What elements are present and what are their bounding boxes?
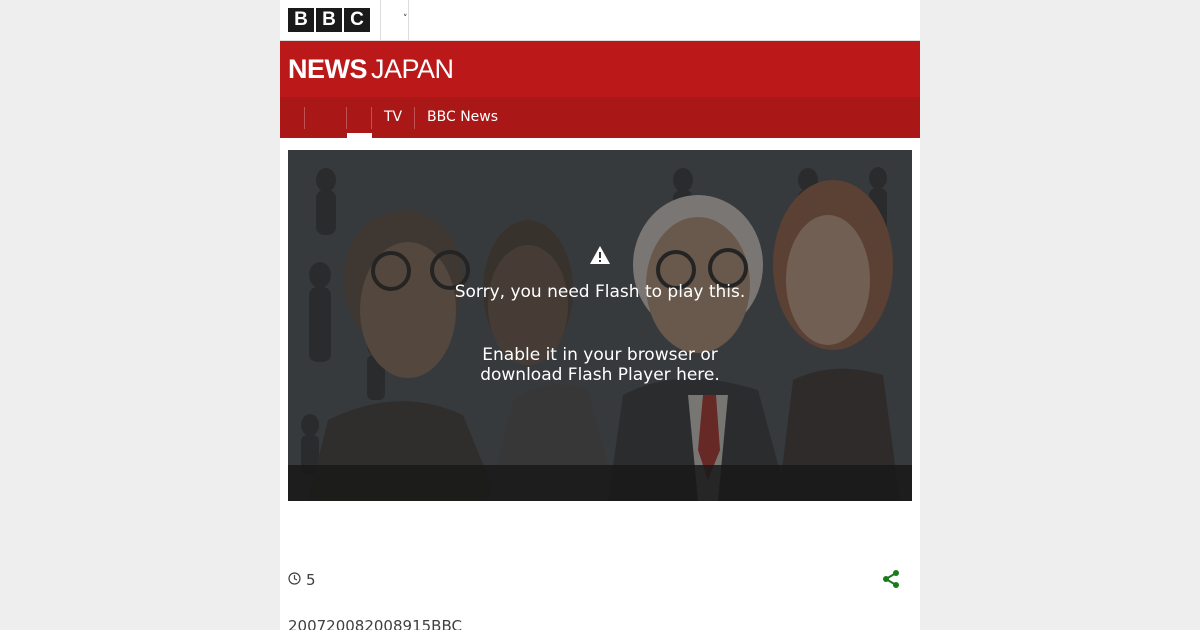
nav-item-tv[interactable]: TV: [384, 97, 402, 138]
news-japan-logo[interactable]: NEWS JAPAN: [288, 54, 454, 85]
clock-icon: [288, 572, 301, 585]
top-bar-divider: [380, 0, 381, 40]
bbc-logo-letter: B: [316, 8, 342, 32]
nav-separator: [304, 107, 305, 129]
flash-enable-message[interactable]: Enable it in your browser or download Fl…: [450, 345, 750, 385]
nav-separator: [414, 107, 415, 129]
nav-item-home[interactable]: [308, 97, 346, 138]
article-byline: 200720082008915BBC: [288, 617, 462, 630]
share-icon[interactable]: [881, 569, 901, 589]
player-controls-bar[interactable]: [288, 465, 912, 501]
bbc-top-bar: B B C ˅: [280, 0, 920, 41]
nav-active-indicator: [347, 133, 372, 138]
timestamp-value: 5: [306, 571, 316, 589]
top-bar-divider: [408, 0, 409, 40]
bbc-logo-letter: B: [288, 8, 314, 32]
flash-required-message: Sorry, you need Flash to play this.: [454, 282, 746, 302]
nav-separator: [371, 107, 372, 129]
news-word: NEWS: [288, 54, 368, 84]
edition-word: JAPAN: [371, 54, 454, 84]
news-header: NEWS JAPAN: [280, 41, 920, 97]
video-overlay: [288, 150, 912, 501]
page: B B C ˅ NEWS JAPAN TV BBC News Sorry, yo…: [280, 0, 920, 630]
bbc-logo-letter: C: [344, 8, 370, 32]
nav-item-current[interactable]: [348, 97, 372, 138]
warning-icon: [590, 246, 610, 264]
nav-separator: [346, 107, 347, 129]
video-player[interactable]: Sorry, you need Flash to play this. Enab…: [288, 150, 912, 501]
chevron-down-icon[interactable]: ˅: [403, 14, 408, 24]
main-navigation: TV BBC News: [280, 97, 920, 138]
nav-item-bbc-news[interactable]: BBC News: [427, 97, 498, 138]
bbc-logo[interactable]: B B C: [288, 8, 370, 32]
